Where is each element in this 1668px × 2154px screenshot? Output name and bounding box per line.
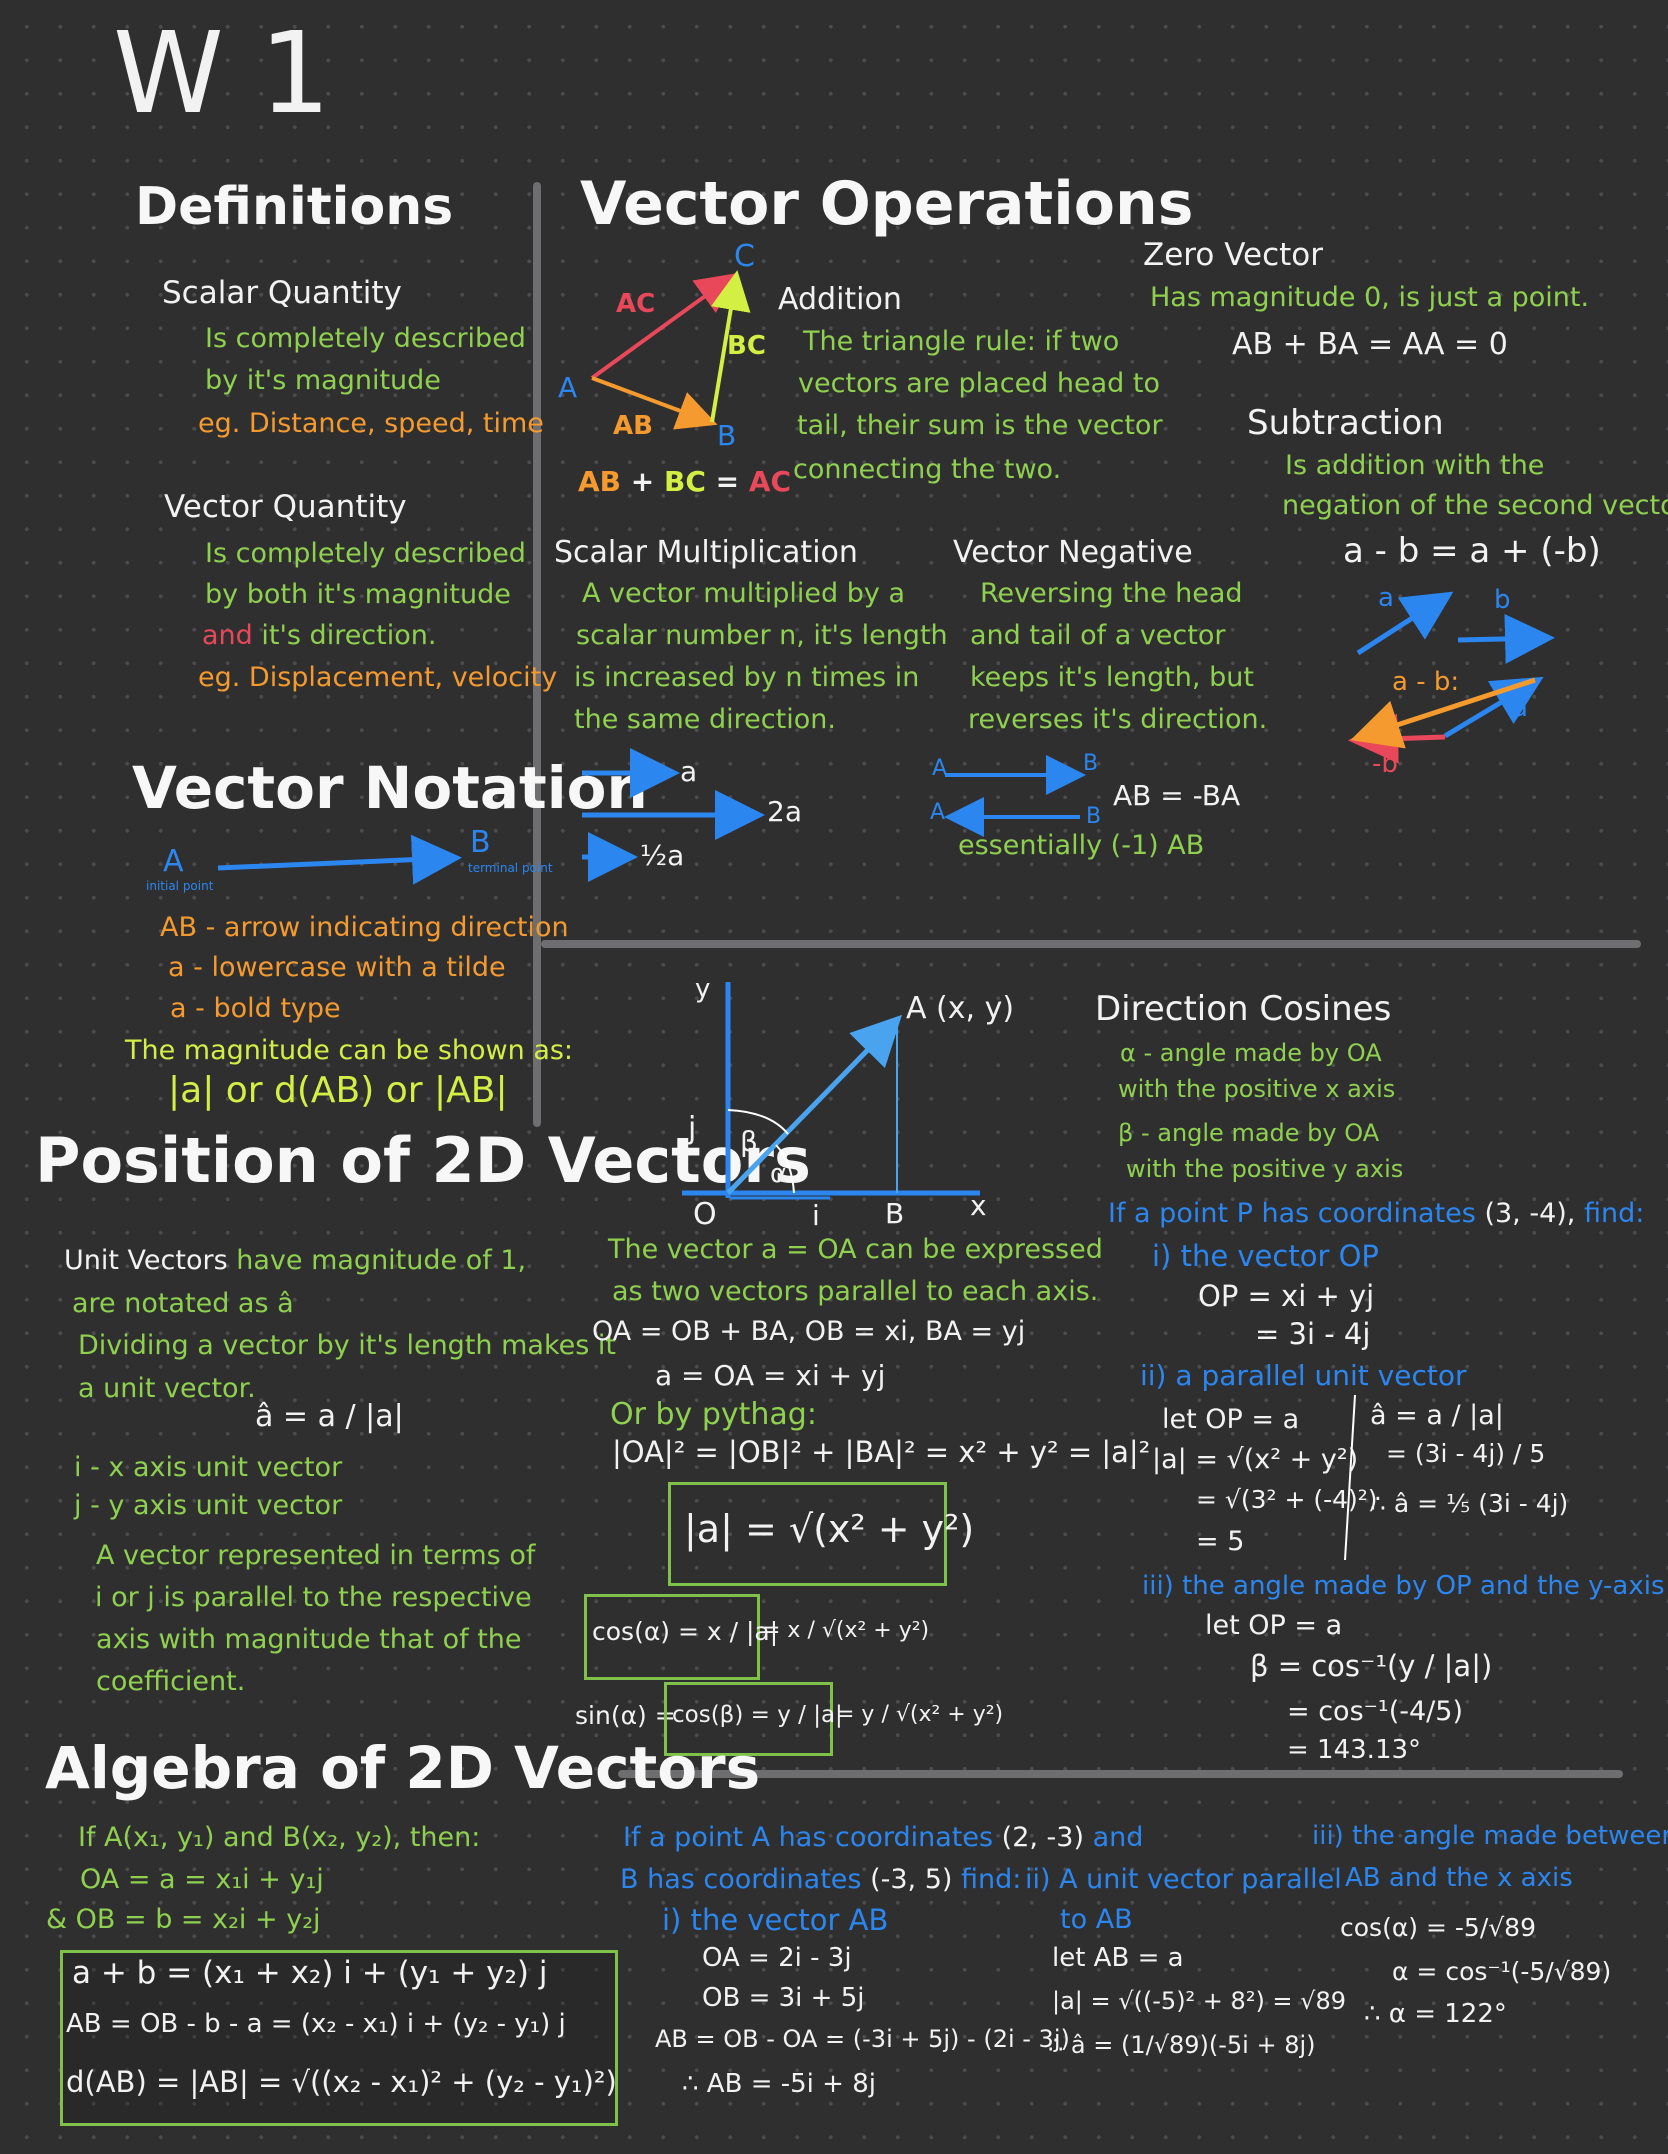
subtraction-arrow-b	[1457, 613, 1555, 664]
subtraction-arrow-a2	[1443, 676, 1544, 739]
subtraction-arrow-negb	[1348, 713, 1446, 764]
graph-alpha-arc	[775, 1144, 795, 1194]
part2-divider	[1344, 1394, 1356, 1561]
triangle-bc-arrow	[710, 270, 751, 423]
graph-vector-oa	[726, 1014, 902, 1195]
notation-arrow	[217, 834, 462, 885]
graph-beta-arc	[727, 1109, 789, 1135]
subtraction-arrow-diff	[1350, 677, 1536, 749]
subtraction-arrow-a	[1356, 591, 1454, 656]
triangle-ac-arrow	[590, 273, 737, 380]
triangle-ab-arrow	[591, 376, 718, 430]
vector-drawings	[217, 270, 1555, 1561]
